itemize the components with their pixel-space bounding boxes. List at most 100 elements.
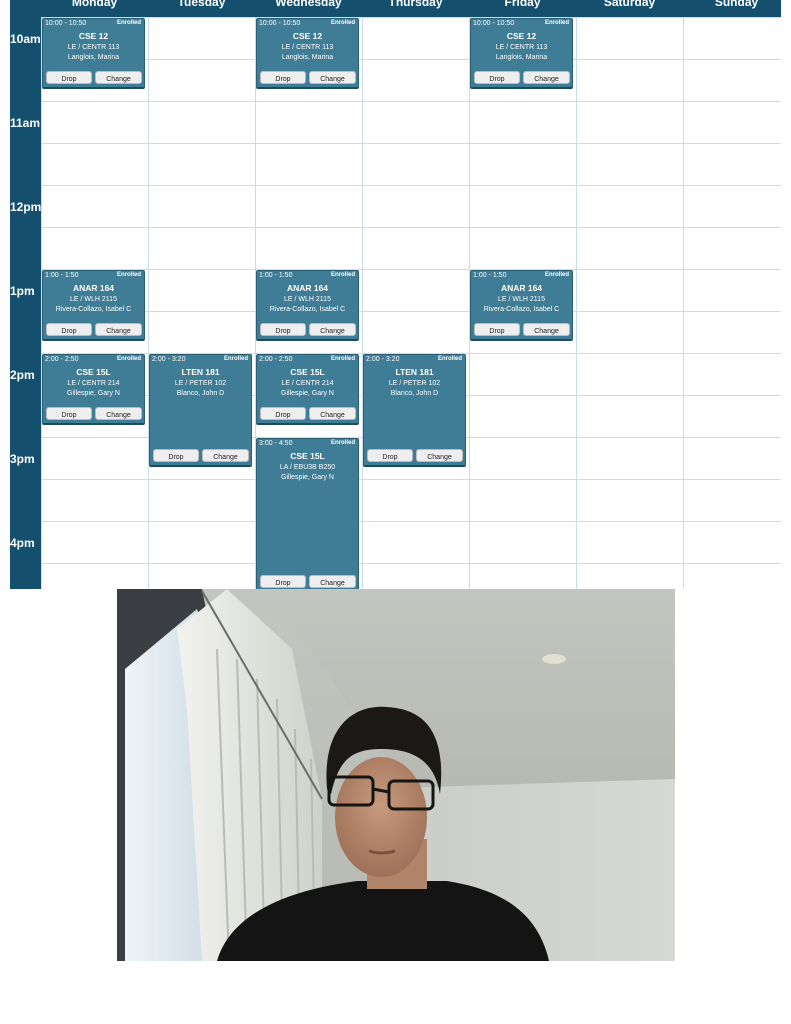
grid-line-horizontal xyxy=(41,59,781,60)
enrollment-status-badge: Enrolled xyxy=(330,440,355,446)
time-label-4pm: 4pm xyxy=(10,536,35,550)
grid-line-horizontal xyxy=(41,17,781,18)
course-event-cse-12[interactable]: 10:00 - 10:50 Enrolled CSE 12 LE / CENTR 11… xyxy=(470,18,573,89)
day-header-thursday: Thursday xyxy=(388,0,443,9)
grid-line-horizontal xyxy=(41,101,781,102)
grid-line-horizontal xyxy=(41,227,781,228)
course-event-anar-164[interactable]: 1:00 - 1:50 Enrolled ANAR 164 LE / WLH 2115… xyxy=(256,270,359,341)
course-instructor: Langlois, Marina xyxy=(67,54,120,61)
grid-line-horizontal xyxy=(41,143,781,144)
course-instructor: Rivera-Collazo, Isabel C xyxy=(269,306,346,313)
course-code: CSE 15L xyxy=(290,367,325,377)
course-event-cse-15l[interactable]: 2:00 - 2:50 Enrolled CSE 15L LE / CENTR 214… xyxy=(42,354,145,425)
time-label-2pm: 2pm xyxy=(10,368,35,382)
time-label-12pm: 12pm xyxy=(10,200,42,214)
course-instructor: Gillespie, Gary N xyxy=(281,390,334,397)
drop-button[interactable]: Drop xyxy=(46,322,92,336)
change-button[interactable]: Change xyxy=(95,322,142,336)
course-instructor: Gillespie, Gary N xyxy=(67,390,120,397)
day-header-saturday: Saturday xyxy=(603,0,656,9)
course-code: CSE 12 xyxy=(78,31,109,41)
course-event-lten-181[interactable]: 2:00 - 3:20 Enrolled LTEN 181 LE / PETER 10… xyxy=(363,354,466,467)
enrollment-status-badge: Enrolled xyxy=(437,356,462,362)
course-instructor: Langlois, Marina xyxy=(495,54,548,61)
day-header-sunday: Sunday xyxy=(714,0,759,9)
day-header-monday: Monday xyxy=(71,0,118,9)
change-button[interactable]: Change xyxy=(309,70,356,84)
day-header-tuesday: Tuesday xyxy=(177,0,226,9)
course-instructor: Blanco, John D xyxy=(176,390,225,397)
course-instructor: Blanco, John D xyxy=(390,390,439,397)
grid-line-horizontal xyxy=(41,521,781,522)
course-instructor: Langlois, Marina xyxy=(281,54,334,61)
course-location: LE / CENTR 113 xyxy=(281,44,334,51)
enrollment-status-badge: Enrolled xyxy=(330,356,355,362)
grid-line-vertical xyxy=(148,17,149,589)
course-location: LE / WLH 2115 xyxy=(498,296,545,303)
change-button[interactable]: Change xyxy=(309,322,356,336)
drop-button[interactable]: Drop xyxy=(367,448,413,462)
weekly-schedule: Monday Tuesday Wednesday Thursday Friday… xyxy=(10,0,781,589)
drop-button[interactable]: Drop xyxy=(46,70,92,84)
grid-line-vertical xyxy=(576,17,577,589)
enrollment-status-badge: Enrolled xyxy=(330,272,355,278)
drop-button[interactable]: Drop xyxy=(474,322,520,336)
change-button[interactable]: Change xyxy=(523,70,570,84)
course-code: ANAR 164 xyxy=(286,283,329,293)
course-code: CSE 15L xyxy=(290,451,325,461)
change-button[interactable]: Change xyxy=(95,70,142,84)
course-event-lten-181[interactable]: 2:00 - 3:20 Enrolled LTEN 181 LE / PETER 10… xyxy=(149,354,252,467)
drop-button[interactable]: Drop xyxy=(46,406,92,420)
enrollment-status-badge: Enrolled xyxy=(544,20,569,26)
enrollment-status-badge: Enrolled xyxy=(544,272,569,278)
enrollment-status-badge: Enrolled xyxy=(330,20,355,26)
change-button[interactable]: Change xyxy=(309,574,356,588)
drop-button[interactable]: Drop xyxy=(260,322,306,336)
grid-line-horizontal xyxy=(41,185,781,186)
drop-button[interactable]: Drop xyxy=(474,70,520,84)
event-time: 1:00 - 1:50 xyxy=(473,272,507,279)
course-event-cse-12[interactable]: 10:00 - 10:50 Enrolled CSE 12 LE / CENTR 11… xyxy=(256,18,359,89)
course-code: ANAR 164 xyxy=(500,283,543,293)
course-code: LTEN 181 xyxy=(181,367,220,377)
event-time: 2:00 - 2:50 xyxy=(45,356,79,363)
course-instructor: Rivera-Collazo, Isabel C xyxy=(483,306,560,313)
event-time: 2:00 - 2:50 xyxy=(259,356,293,363)
course-location: LE / PETER 102 xyxy=(388,380,441,387)
webcam-photo-image xyxy=(117,589,675,961)
course-event-cse-15l[interactable]: 3:00 - 4:50 Enrolled CSE 15L LA / EBU3B B25… xyxy=(256,438,359,589)
course-location: LE / CENTR 214 xyxy=(67,380,120,387)
change-button[interactable]: Change xyxy=(95,406,142,420)
day-header-wednesday: Wednesday xyxy=(275,0,342,9)
course-event-cse-15l[interactable]: 2:00 - 2:50 Enrolled CSE 15L LE / CENTR 214… xyxy=(256,354,359,425)
drop-button[interactable]: Drop xyxy=(153,448,199,462)
drop-button[interactable]: Drop xyxy=(260,574,306,588)
course-location: LE / CENTR 214 xyxy=(281,380,334,387)
drop-button[interactable]: Drop xyxy=(260,70,306,84)
change-button[interactable]: Change xyxy=(416,448,463,462)
course-location: LA / EBU3B B250 xyxy=(279,464,336,471)
change-button[interactable]: Change xyxy=(523,322,570,336)
time-label-10am: 10am xyxy=(10,32,41,46)
course-location: LE / WLH 2115 xyxy=(70,296,117,303)
course-code: CSE 12 xyxy=(292,31,323,41)
event-time: 10:00 - 10:50 xyxy=(45,20,87,27)
course-event-cse-12[interactable]: 10:00 - 10:50 Enrolled CSE 12 LE / CENTR 11… xyxy=(42,18,145,89)
enrollment-status-badge: Enrolled xyxy=(223,356,248,362)
event-time: 1:00 - 1:50 xyxy=(259,272,293,279)
drop-button[interactable]: Drop xyxy=(260,406,306,420)
event-time: 1:00 - 1:50 xyxy=(45,272,79,279)
course-instructor: Gillespie, Gary N xyxy=(281,474,334,481)
course-event-anar-164[interactable]: 1:00 - 1:50 Enrolled ANAR 164 LE / WLH 2115… xyxy=(42,270,145,341)
day-header-bar: Monday Tuesday Wednesday Thursday Friday… xyxy=(10,0,781,17)
course-code: ANAR 164 xyxy=(72,283,115,293)
event-time: 3:00 - 4:50 xyxy=(259,440,293,447)
event-time: 2:00 - 3:20 xyxy=(366,356,400,363)
course-code: CSE 15L xyxy=(76,367,111,377)
course-location: LE / CENTR 113 xyxy=(495,44,548,51)
time-label-1pm: 1pm xyxy=(10,284,35,298)
change-button[interactable]: Change xyxy=(202,448,249,462)
change-button[interactable]: Change xyxy=(309,406,356,420)
course-code: CSE 12 xyxy=(506,31,537,41)
course-event-anar-164[interactable]: 1:00 - 1:50 Enrolled ANAR 164 LE / WLH 2115… xyxy=(470,270,573,341)
